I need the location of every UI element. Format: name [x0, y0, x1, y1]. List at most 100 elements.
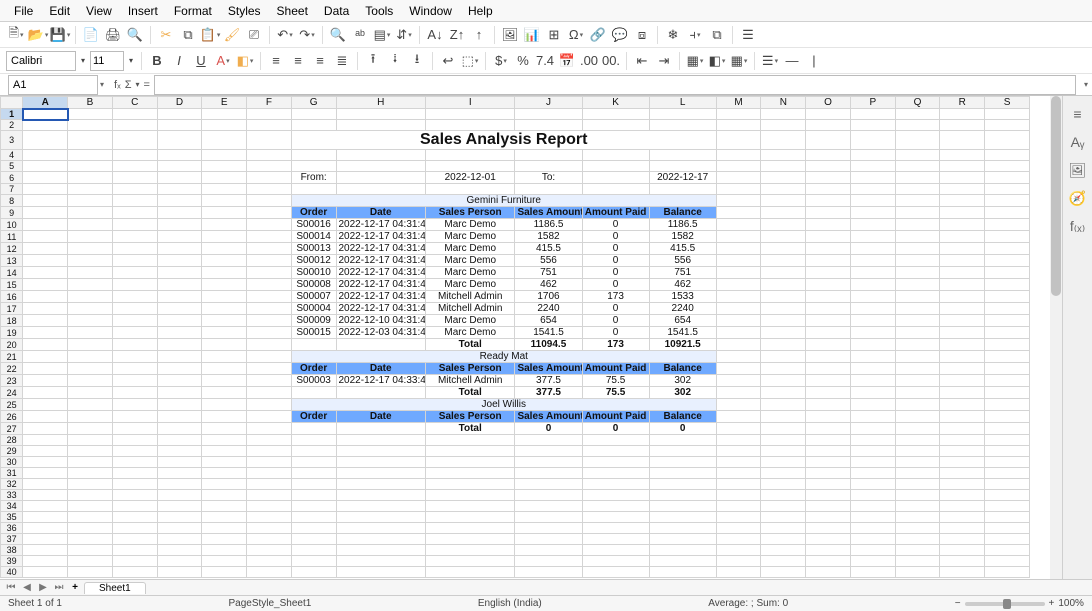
cell[interactable]	[68, 457, 113, 468]
cell[interactable]: 2022-12-17 04:33:46	[336, 375, 425, 387]
cell[interactable]	[940, 545, 985, 556]
cell[interactable]	[940, 479, 985, 490]
cell[interactable]	[336, 339, 425, 351]
cell[interactable]: 75.5	[582, 387, 649, 399]
cell[interactable]	[716, 446, 761, 457]
cell[interactable]: Amount Paid	[582, 411, 649, 423]
cell[interactable]: Marc Demo	[425, 327, 514, 339]
cell[interactable]: 462	[649, 279, 716, 291]
cell[interactable]	[68, 161, 113, 172]
conditional-format-button[interactable]: ☰	[760, 51, 780, 71]
cell[interactable]	[649, 468, 716, 479]
cell[interactable]	[806, 279, 851, 291]
cell[interactable]	[895, 339, 940, 351]
font-name-input[interactable]	[6, 51, 76, 71]
cell[interactable]	[850, 423, 895, 435]
cell[interactable]	[582, 534, 649, 545]
cell[interactable]	[291, 435, 336, 446]
zoom-control[interactable]: − + 100%	[955, 598, 1084, 609]
sidebar-properties-button[interactable]: ≡	[1068, 104, 1088, 124]
cell[interactable]	[247, 327, 292, 339]
cell[interactable]	[247, 567, 292, 578]
row-header-8[interactable]: 8	[1, 195, 23, 207]
cell[interactable]	[985, 375, 1030, 387]
cell[interactable]	[850, 161, 895, 172]
cell[interactable]	[291, 512, 336, 523]
cell[interactable]	[895, 291, 940, 303]
cell[interactable]	[850, 231, 895, 243]
menu-styles[interactable]: Styles	[220, 2, 269, 20]
cell[interactable]	[68, 303, 113, 315]
cell[interactable]	[157, 327, 202, 339]
row-header-3[interactable]: 3	[1, 131, 23, 150]
zoom-slider-knob[interactable]	[1003, 599, 1011, 609]
cell[interactable]	[895, 255, 940, 267]
align-right-button[interactable]: ≡	[310, 51, 330, 71]
cell[interactable]	[940, 172, 985, 184]
cell[interactable]	[425, 567, 514, 578]
cell[interactable]: Order	[291, 207, 336, 219]
cell[interactable]	[23, 255, 68, 267]
cell[interactable]	[806, 207, 851, 219]
cell[interactable]	[425, 512, 514, 523]
cell[interactable]	[336, 161, 425, 172]
cell[interactable]	[806, 375, 851, 387]
cell[interactable]	[850, 291, 895, 303]
cell[interactable]	[23, 457, 68, 468]
cell[interactable]: 0	[582, 219, 649, 231]
cell[interactable]: Mitchell Admin	[425, 291, 514, 303]
cell[interactable]	[985, 411, 1030, 423]
cell[interactable]	[157, 512, 202, 523]
cell[interactable]	[68, 351, 113, 363]
cell[interactable]	[336, 501, 425, 512]
cell[interactable]	[582, 435, 649, 446]
cell[interactable]	[112, 291, 157, 303]
vertical-scrollbar[interactable]	[1050, 96, 1062, 579]
cell[interactable]	[23, 291, 68, 303]
cell[interactable]	[202, 556, 247, 567]
cell[interactable]	[850, 207, 895, 219]
cell[interactable]	[940, 150, 985, 161]
add-sheet-button[interactable]: +	[68, 582, 82, 593]
cell[interactable]	[985, 457, 1030, 468]
font-size-input[interactable]	[90, 51, 124, 71]
cell[interactable]	[940, 315, 985, 327]
cell[interactable]	[68, 131, 113, 150]
cell[interactable]	[157, 243, 202, 255]
cell[interactable]	[985, 279, 1030, 291]
cell[interactable]	[850, 219, 895, 231]
col-header-Q[interactable]: Q	[895, 97, 940, 109]
cell[interactable]	[247, 479, 292, 490]
cell[interactable]	[940, 131, 985, 150]
cell[interactable]	[247, 207, 292, 219]
cell[interactable]	[112, 375, 157, 387]
cell[interactable]	[806, 255, 851, 267]
cell[interactable]: S00007	[291, 291, 336, 303]
cell[interactable]	[985, 207, 1030, 219]
cell[interactable]	[649, 501, 716, 512]
cell[interactable]	[157, 161, 202, 172]
cell[interactable]: 462	[515, 279, 582, 291]
cell[interactable]	[425, 523, 514, 534]
sidebar-gallery-button[interactable]: 🖼	[1068, 160, 1088, 180]
col-header-N[interactable]: N	[761, 97, 806, 109]
row-header-27[interactable]: 27	[1, 423, 23, 435]
cell[interactable]	[985, 109, 1030, 120]
cell[interactable]	[425, 435, 514, 446]
cell[interactable]: 1582	[649, 231, 716, 243]
cell[interactable]	[202, 501, 247, 512]
cell[interactable]	[940, 279, 985, 291]
cell[interactable]	[761, 161, 806, 172]
cell[interactable]	[112, 255, 157, 267]
cell[interactable]	[716, 303, 761, 315]
cell[interactable]	[425, 534, 514, 545]
col-header-E[interactable]: E	[202, 97, 247, 109]
bold-button[interactable]: B	[147, 51, 167, 71]
cell[interactable]	[985, 150, 1030, 161]
cell[interactable]	[202, 534, 247, 545]
row-header-20[interactable]: 20	[1, 339, 23, 351]
cell[interactable]	[761, 446, 806, 457]
cell[interactable]	[515, 490, 582, 501]
cell[interactable]: 2022-12-01	[425, 172, 514, 184]
cell[interactable]	[895, 399, 940, 411]
